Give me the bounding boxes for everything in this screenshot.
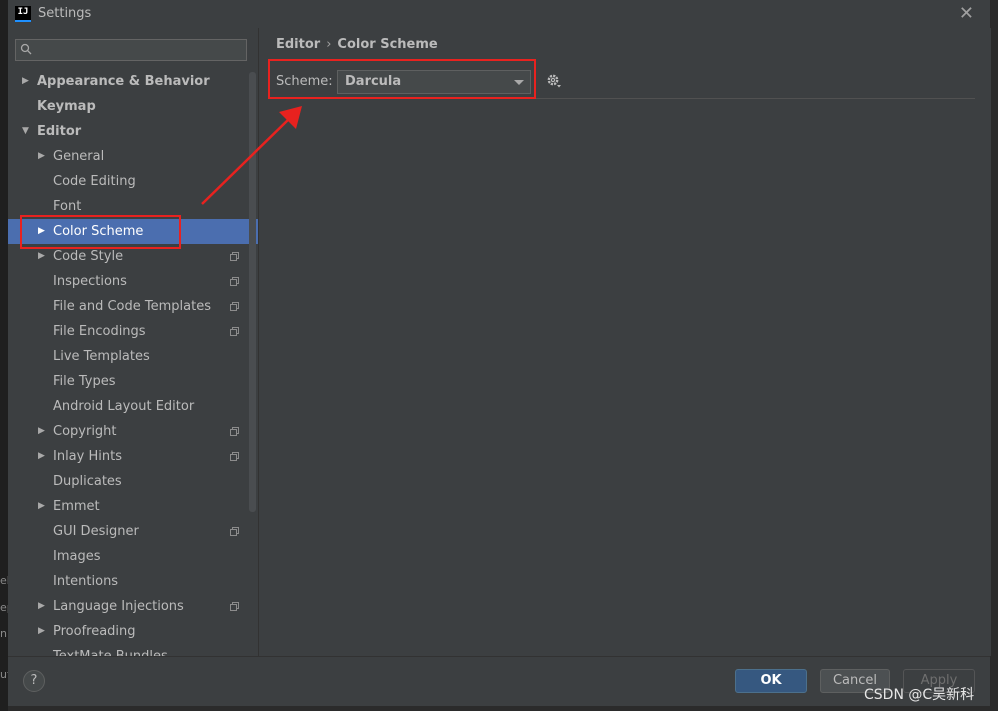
sidebar-item-file-encodings[interactable]: File Encodings — [8, 319, 258, 344]
expand-down-icon[interactable]: ▼ — [22, 119, 29, 144]
sidebar-item-label: Code Style — [53, 249, 124, 264]
sidebar-item-label: Appearance & Behavior — [37, 74, 210, 89]
search-icon — [20, 43, 32, 55]
project-scope-icon — [230, 527, 239, 536]
search-input[interactable] — [34, 41, 246, 61]
sidebar-item-label: Color Scheme — [53, 224, 144, 239]
sidebar-item-duplicates[interactable]: Duplicates — [8, 469, 258, 494]
scheme-dropdown[interactable]: Darcula — [337, 70, 531, 94]
sidebar-item-label: Code Editing — [53, 174, 136, 189]
sidebar-item-copyright[interactable]: ▶ Copyright — [8, 419, 258, 444]
color-scheme-panel: Editor › Color Scheme Scheme: Darcula — [258, 28, 991, 656]
breadcrumb-separator: › — [326, 37, 332, 52]
sidebar-item-label: GUI Designer — [53, 524, 139, 539]
sidebar-item-editor[interactable]: ▼ Editor — [8, 119, 258, 144]
project-scope-icon — [230, 452, 239, 461]
expand-right-icon[interactable]: ▶ — [38, 244, 45, 269]
sidebar-scrollbar[interactable] — [249, 72, 256, 512]
sidebar-item-inlay-hints[interactable]: ▶ Inlay Hints — [8, 444, 258, 469]
sidebar-item-label: Inspections — [53, 274, 127, 289]
intellij-app-icon: IJ — [15, 6, 31, 22]
sidebar-item-label: Language Injections — [53, 599, 184, 614]
sidebar-item-label: File Types — [53, 374, 116, 389]
expand-right-icon[interactable]: ▶ — [38, 494, 45, 519]
project-scope-icon — [230, 252, 239, 261]
sidebar-item-label: Android Layout Editor — [53, 399, 195, 414]
chevron-down-icon — [514, 80, 524, 85]
sidebar-item-label: Copyright — [53, 424, 117, 439]
breadcrumb: Editor › Color Scheme — [276, 37, 438, 52]
sidebar-item-label: Live Templates — [53, 349, 150, 364]
sidebar-item-proofreading[interactable]: ▶ Proofreading — [8, 619, 258, 644]
sidebar-item-general[interactable]: ▶ General — [8, 144, 258, 169]
expand-right-icon[interactable]: ▶ — [38, 444, 45, 469]
settings-dialog: IJ Settings ✕ ▶ Appearance & Behavior Keym… — [8, 0, 991, 706]
sidebar-item-images[interactable]: Images — [8, 544, 258, 569]
sidebar-item-label: TextMate Bundles — [53, 644, 168, 656]
help-button[interactable]: ? — [23, 670, 45, 692]
settings-tree: ▶ Appearance & Behavior Keymap ▼ Editor ▶ Gene… — [8, 69, 258, 656]
sidebar-item-label: Proofreading — [53, 624, 136, 639]
sidebar-item-live-templates[interactable]: Live Templates — [8, 344, 258, 369]
sidebar-item-textmate-bundles[interactable]: TextMate Bundles — [8, 644, 258, 656]
sidebar-item-font[interactable]: Font — [8, 194, 258, 219]
sidebar-item-appearance-behavior[interactable]: ▶ Appearance & Behavior — [8, 69, 258, 94]
dialog-footer: ? OK Cancel Apply — [8, 656, 990, 706]
sidebar-item-label: Inlay Hints — [53, 449, 122, 464]
expand-right-icon[interactable]: ▶ — [38, 419, 45, 444]
sidebar-item-gui-designer[interactable]: GUI Designer — [8, 519, 258, 544]
project-scope-icon — [230, 302, 239, 311]
settings-sidebar: ▶ Appearance & Behavior Keymap ▼ Editor ▶ Gene… — [8, 28, 258, 656]
sidebar-item-code-editing[interactable]: Code Editing — [8, 169, 258, 194]
watermark: CSDN @C吴新科 — [864, 687, 975, 703]
sidebar-item-file-and-code-templates[interactable]: File and Code Templates — [8, 294, 258, 319]
sidebar-item-file-types[interactable]: File Types — [8, 369, 258, 394]
window-title: Settings — [38, 6, 92, 21]
sidebar-item-label: Font — [53, 199, 82, 214]
project-scope-icon — [230, 327, 239, 336]
search-field[interactable] — [15, 39, 247, 61]
sidebar-item-code-style[interactable]: ▶ Code Style — [8, 244, 258, 269]
sidebar-item-intentions[interactable]: Intentions — [8, 569, 258, 594]
project-scope-icon — [230, 602, 239, 611]
close-icon[interactable]: ✕ — [959, 3, 974, 24]
sidebar-item-label: File Encodings — [53, 324, 146, 339]
title-bar: IJ Settings ✕ — [8, 0, 990, 28]
sidebar-item-label: Emmet — [53, 499, 100, 514]
expand-right-icon[interactable]: ▶ — [38, 619, 45, 644]
expand-right-icon[interactable]: ▶ — [38, 594, 45, 619]
sidebar-item-label: Keymap — [37, 99, 96, 114]
gear-icon[interactable] — [546, 73, 562, 89]
sidebar-item-color-scheme[interactable]: ▶ Color Scheme — [8, 219, 258, 244]
background-text-fragment: n — [0, 627, 7, 640]
sidebar-item-label: Duplicates — [53, 474, 122, 489]
scheme-value: Darcula — [345, 74, 402, 89]
sidebar-item-label: Editor — [37, 124, 82, 139]
sidebar-item-emmet[interactable]: ▶ Emmet — [8, 494, 258, 519]
expand-right-icon[interactable]: ▶ — [38, 144, 45, 169]
ok-button[interactable]: OK — [735, 669, 807, 693]
project-scope-icon — [230, 427, 239, 436]
scheme-label: Scheme: — [276, 74, 333, 89]
sidebar-item-language-injections[interactable]: ▶ Language Injections — [8, 594, 258, 619]
sidebar-item-android-layout-editor[interactable]: Android Layout Editor — [8, 394, 258, 419]
expand-right-icon[interactable]: ▶ — [38, 219, 45, 244]
breadcrumb-color-scheme: Color Scheme — [337, 37, 438, 52]
sidebar-item-label: Intentions — [53, 574, 119, 589]
sidebar-item-inspections[interactable]: Inspections — [8, 269, 258, 294]
sidebar-item-keymap[interactable]: Keymap — [8, 94, 258, 119]
expand-right-icon[interactable]: ▶ — [22, 69, 29, 94]
project-scope-icon — [230, 277, 239, 286]
sidebar-item-label: File and Code Templates — [53, 299, 211, 314]
breadcrumb-editor[interactable]: Editor — [276, 37, 320, 52]
sidebar-item-label: Images — [53, 549, 101, 564]
sidebar-item-label: General — [53, 149, 105, 164]
divider — [273, 98, 975, 99]
